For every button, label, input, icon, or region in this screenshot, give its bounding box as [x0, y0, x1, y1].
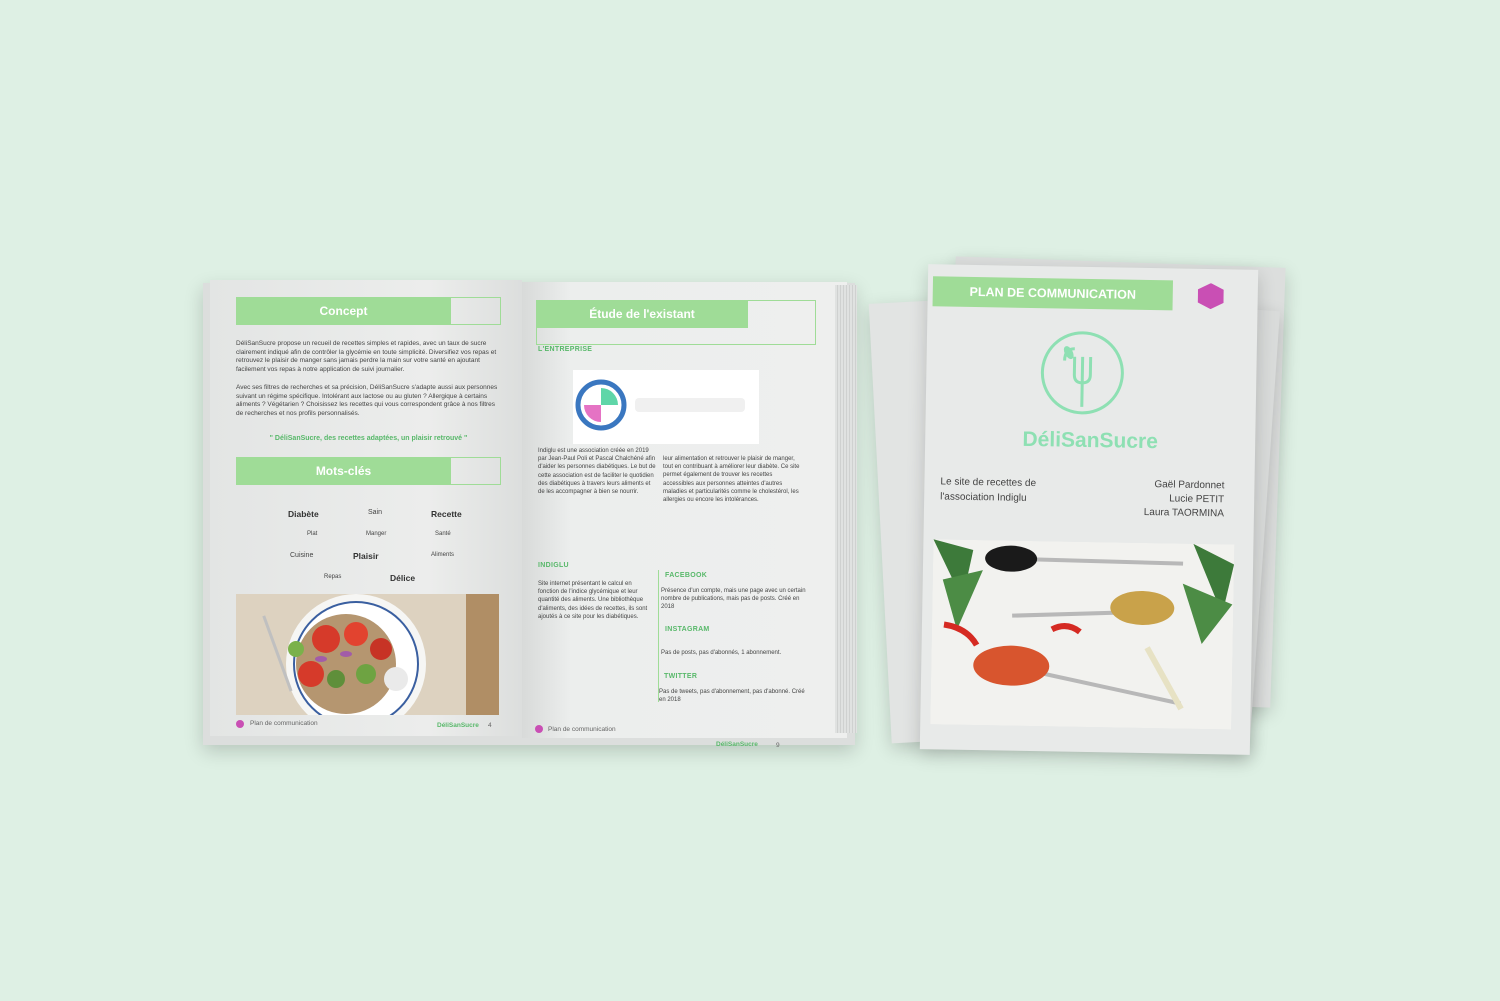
instagram-text: Pas de posts, pas d'abonnés, 1 abonnemen… [661, 650, 782, 656]
keyword: Repas [324, 574, 342, 580]
keyword: Plaisir [353, 551, 379, 561]
keyword: Diabète [288, 509, 319, 519]
footer-brand: DéliSanSucre [716, 741, 758, 748]
company-text: Indiglu est une association créée en 201… [538, 448, 656, 496]
existing-study-band-outline [536, 300, 816, 345]
keyword: Santé [435, 531, 451, 537]
keyword: Manger [366, 531, 387, 537]
footer-logo-icon [535, 725, 543, 733]
footer-brand: DéliSanSucre [437, 722, 479, 729]
concept-paragraph-2: Avec ses filtres de recherches et sa pré… [236, 384, 498, 417]
cover-subtitle-line: l'association Indiglu [940, 491, 1027, 504]
footer-title: Plan de communication [548, 726, 616, 733]
section-twitter: TWITTER [664, 673, 698, 680]
indiglu-hex-icon [1198, 283, 1224, 309]
cover: PLAN DE COMMUNICATION DéliSanSucre Le si… [919, 264, 1259, 755]
cover-subtitle-line: Le site de recettes de [940, 476, 1037, 490]
author-name: Laura TAORMINA [1143, 506, 1225, 520]
fork-logo-icon [1040, 331, 1124, 415]
indiglu-text: Site internet présentant le calcul en fo… [538, 581, 648, 620]
keyword: Cuisine [290, 552, 314, 559]
keyword: Aliments [431, 552, 455, 558]
section-indiglu: INDIGLU [538, 562, 569, 569]
footer-title: Plan de communication [250, 720, 318, 727]
cover-authors: Gaël Pardonnet Lucie PETIT Laura TAORMIN… [1144, 478, 1225, 521]
section-company: L'ENTREPRISE [538, 346, 593, 353]
cover-brand: DéliSanSucre [1022, 427, 1159, 454]
section-facebook: FACEBOOK [665, 572, 708, 579]
section-instagram: INSTAGRAM [665, 626, 710, 633]
cover-header-band: PLAN DE COMMUNICATION [932, 276, 1174, 311]
keywords-band-outline [236, 457, 501, 485]
indiglu-logo [573, 370, 759, 444]
keyword: Recette [431, 509, 462, 519]
company-text-2: leur alimentation et retrouver le plaisi… [663, 456, 800, 504]
concept-paragraph-1: DéliSanSucre propose un recueil de recet… [236, 340, 497, 373]
author-name: Gaël Pardonnet [1154, 479, 1225, 492]
footer-logo-icon [236, 720, 244, 728]
page-number: 9 [776, 742, 780, 749]
keyword: Sain [368, 509, 383, 516]
cover-subtitle: Le site de recettes de l'association Ind… [940, 474, 1036, 506]
salad-photo [236, 594, 499, 715]
page-number: 4 [488, 722, 492, 729]
keyword: Plat [307, 531, 318, 537]
brand-quote: " DéliSanSucre, des recettes adaptées, u… [269, 435, 468, 442]
page-edges [835, 285, 857, 733]
facebook-text: Présence d'un compte, mais une page avec… [661, 588, 806, 611]
spices-photo [930, 539, 1235, 730]
author-name: Lucie PETIT [1169, 493, 1225, 506]
twitter-text: Pas de tweets, pas d'abonnement, pas d'a… [659, 689, 805, 704]
concept-band-outline [236, 297, 501, 325]
column-divider [658, 570, 659, 702]
keyword: Délice [390, 573, 416, 583]
